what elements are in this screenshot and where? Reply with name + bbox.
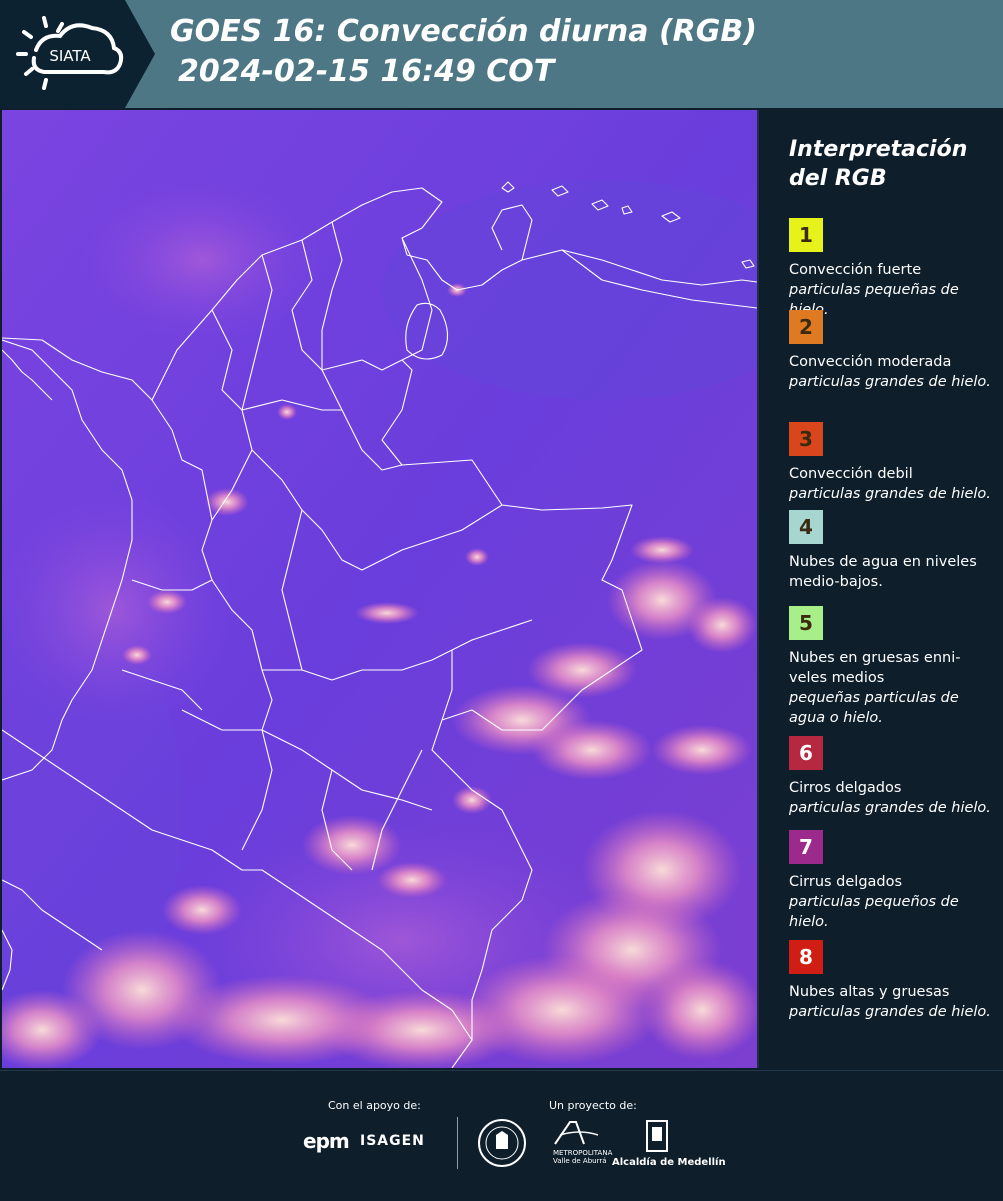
epm-logo: epm <box>303 1129 350 1153</box>
alcaldia-text: Alcaldía de Medellín <box>612 1157 726 1168</box>
legend-label: Convección fuerte <box>789 262 922 278</box>
legend-item-7: 7 Cirrus delgados particulas pequeños de… <box>789 830 994 932</box>
area-metropolitana-logo <box>554 1121 599 1145</box>
legend-label: Cirros delgados <box>789 780 902 796</box>
legend-swatch: 6 <box>789 736 823 770</box>
cloud-cell <box>122 645 152 665</box>
legend-panel: Interpretación del RGB 1 Convección fuer… <box>760 110 1003 1070</box>
haze-north <box>82 180 322 340</box>
title-line1: GOES 16: Convección diurna (RGB) <box>170 14 757 49</box>
legend-swatch: 5 <box>789 606 823 640</box>
cloud-cell <box>147 590 187 614</box>
siata-logo: SIATA <box>16 16 124 90</box>
cloud-cell <box>687 597 757 653</box>
cloud-cell <box>302 815 402 875</box>
area-line1: METROPOLITANA <box>553 1149 613 1157</box>
footer-divider <box>457 1117 458 1169</box>
haze-west <box>2 490 232 730</box>
legend-sublabel: particulas grandes de hielo. <box>789 800 991 816</box>
project-label: Un proyecto de: <box>549 1099 637 1112</box>
legend-label: Nubes en gruesas enni-veles medios <box>789 650 961 686</box>
legend-title: Interpretación del RGB <box>789 137 968 191</box>
area-line2: Valle de Aburrá <box>553 1157 607 1165</box>
logo-text: SIATA <box>49 47 91 65</box>
legend-label: Nubes altas y gruesas <box>789 984 950 1000</box>
satellite-map <box>2 110 759 1068</box>
legend-swatch: 8 <box>789 940 823 974</box>
footer: Con el apoyo de: Un proyecto de: epm ISA… <box>0 1070 1003 1201</box>
legend-sublabel: pequeñas particulas de agua o hielo. <box>789 690 959 726</box>
cloud-cell <box>630 536 694 564</box>
alcaldia-coat-of-arms-icon <box>646 1120 668 1152</box>
cloud-cell <box>162 885 242 935</box>
cloud-cell <box>355 602 419 624</box>
legend-swatch: 3 <box>789 422 823 456</box>
legend-sublabel: particulas grandes de hielo. <box>789 374 991 390</box>
header: SIATA GOES 16: Convección diurna (RGB) 2… <box>0 0 1003 108</box>
legend-sublabel: particulas grandes de hielo. <box>789 486 991 502</box>
legend-item-4: 4 Nubes de agua en niveles medio-bajos. <box>789 510 994 592</box>
legend-item-1: 1 Convección fuerte particulas pequeñas … <box>789 218 994 320</box>
legend-item-3: 3 Convección debil particulas grandes de… <box>789 422 994 504</box>
legend-item-5: 5 Nubes en gruesas enni-veles medios peq… <box>789 606 994 728</box>
cloud-cell <box>377 862 447 898</box>
legend-item-2: 2 Convección moderada particulas grandes… <box>789 310 994 392</box>
legend-label: Convección debil <box>789 466 913 482</box>
legend-label: Convección moderada <box>789 354 952 370</box>
legend-label: Cirrus delgados <box>789 874 903 890</box>
support-label: Con el apoyo de: <box>328 1099 421 1112</box>
legend-sublabel: particulas pequeños de hielo. <box>789 894 959 930</box>
legend-sublabel: particulas grandes de hielo. <box>789 1004 991 1020</box>
cloud-cell <box>465 548 489 566</box>
cloud-cell <box>532 720 652 780</box>
cloud-cell <box>277 404 297 420</box>
legend-item-8: 8 Nubes altas y gruesas particulas grand… <box>789 940 994 1022</box>
legend-swatch: 2 <box>789 310 823 344</box>
legend-swatch: 1 <box>789 218 823 252</box>
cloud-cell <box>652 725 752 775</box>
cloud-cell <box>642 960 757 1060</box>
isagen-logo: ISAGEN <box>360 1133 425 1149</box>
map-canvas <box>2 110 757 1068</box>
legend-label: Nubes de agua en niveles medio-bajos. <box>789 554 977 590</box>
area-metropolitana-text: METROPOLITANA Valle de Aburrá <box>553 1149 612 1165</box>
title-line2: 2024-02-15 16:49 COT <box>178 54 555 89</box>
cloud-cell <box>205 488 249 516</box>
legend-swatch: 4 <box>789 510 823 544</box>
legend-item-6: 6 Cirros delgados particulas grandes de … <box>789 736 994 818</box>
legend-swatch: 7 <box>789 830 823 864</box>
university-seal-icon <box>478 1119 526 1167</box>
